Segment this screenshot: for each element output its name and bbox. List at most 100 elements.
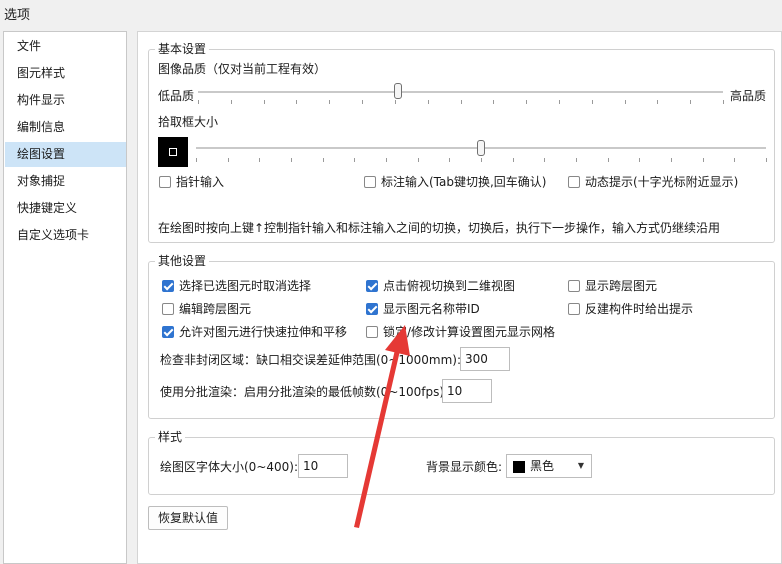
- min-fps-input[interactable]: 10: [442, 379, 492, 403]
- checkbox-box: [568, 303, 580, 315]
- slider-tick: [323, 158, 324, 162]
- slider-tick: [703, 158, 704, 162]
- checkbox-box: [366, 280, 378, 292]
- nav-item-compile-info[interactable]: 编制信息: [5, 115, 126, 140]
- reverse-build-prompt-checkbox[interactable]: 反建构件时给出提示: [568, 301, 693, 317]
- deselect-selected-checkbox[interactable]: 选择已选图元时取消选择: [162, 278, 311, 294]
- slider-tick: [592, 100, 593, 104]
- slider-tick: [428, 100, 429, 104]
- nav-item-file[interactable]: 文件: [5, 34, 126, 59]
- basic-settings-legend: 基本设置: [155, 42, 210, 56]
- background-color-label: 背景显示颜色:: [426, 460, 503, 474]
- other-settings-legend: 其他设置: [155, 254, 210, 268]
- slider-tick: [196, 158, 197, 162]
- window-title: 选项: [4, 8, 31, 23]
- slider-tick: [362, 100, 363, 104]
- slider-tick: [766, 158, 767, 162]
- checkbox-box: [366, 326, 378, 338]
- image-quality-slider-track[interactable]: [198, 91, 723, 93]
- top-view-2d-label: 点击俯视切换到二维视图: [383, 279, 516, 293]
- slider-tick: [639, 158, 640, 162]
- show-cross-layer-label: 显示跨层图元: [585, 279, 658, 293]
- slider-tick: [481, 158, 482, 162]
- slider-tick: [625, 100, 626, 104]
- pointer-input-label: 指针输入: [176, 175, 225, 189]
- slider-tick: [231, 100, 232, 104]
- slider-tick: [690, 100, 691, 104]
- batch-render-label: 使用分批渲染：启用分批渲染的最低帧数(0~100fps):: [160, 385, 449, 399]
- slider-tick: [329, 100, 330, 104]
- nav-item-component-display[interactable]: 构件显示: [5, 88, 126, 113]
- slider-tick: [576, 158, 577, 162]
- checkbox-box: [568, 280, 580, 292]
- lock-grid-display-label: 锁定/修改计算设置图元显示网格: [383, 325, 556, 339]
- slider-tick: [228, 158, 229, 162]
- slider-tick: [723, 100, 724, 104]
- slider-tick: [734, 158, 735, 162]
- font-size-label: 绘图区字体大小(0~400):: [160, 460, 299, 474]
- slider-tick: [386, 158, 387, 162]
- slider-tick: [657, 100, 658, 104]
- dimension-input-label: 标注输入(Tab键切换,回车确认): [381, 175, 547, 189]
- quick-stretch-move-checkbox[interactable]: 允许对图元进行快速拉伸和平移: [162, 324, 347, 340]
- options-nav: 文件 图元样式 构件显示 编制信息 绘图设置 对象捕捉 快捷键定义 自定义选项卡: [3, 31, 127, 564]
- slider-tick: [296, 100, 297, 104]
- deselect-selected-label: 选择已选图元时取消选择: [179, 279, 312, 293]
- slider-tick: [418, 158, 419, 162]
- restore-defaults-button[interactable]: 恢复默认值: [148, 506, 228, 530]
- show-name-with-id-checkbox[interactable]: 显示图元名称带ID: [366, 301, 480, 317]
- high-quality-label: 高品质: [730, 89, 767, 103]
- checkbox-box: [568, 176, 580, 188]
- slider-tick: [671, 158, 672, 162]
- pointer-input-checkbox[interactable]: 指针输入: [159, 174, 224, 190]
- checkbox-box: [159, 176, 171, 188]
- slider-tick: [198, 100, 199, 104]
- nav-item-custom-tabs[interactable]: 自定义选项卡: [5, 223, 126, 248]
- checkbox-box: [366, 303, 378, 315]
- checkbox-box: [364, 176, 376, 188]
- nav-item-drawing-settings[interactable]: 绘图设置: [5, 142, 126, 167]
- show-cross-layer-checkbox[interactable]: 显示跨层图元: [568, 278, 657, 294]
- edit-cross-layer-label: 编辑跨层图元: [179, 302, 252, 316]
- checkbox-box: [162, 303, 174, 315]
- slider-tick: [461, 100, 462, 104]
- dynamic-hint-label: 动态提示(十字光标附近显示): [585, 175, 739, 189]
- slider-tick: [526, 100, 527, 104]
- slider-tick: [291, 158, 292, 162]
- low-quality-label: 低品质: [158, 89, 195, 103]
- slider-tick: [493, 100, 494, 104]
- slider-tick: [559, 100, 560, 104]
- top-view-2d-checkbox[interactable]: 点击俯视切换到二维视图: [366, 278, 515, 294]
- nav-item-element-style[interactable]: 图元样式: [5, 61, 126, 86]
- quick-stretch-move-label: 允许对图元进行快速拉伸和平移: [179, 325, 348, 339]
- slider-tick: [395, 100, 396, 104]
- slider-tick: [608, 158, 609, 162]
- slider-tick: [354, 158, 355, 162]
- dynamic-hint-checkbox[interactable]: 动态提示(十字光标附近显示): [568, 174, 738, 190]
- edit-cross-layer-checkbox[interactable]: 编辑跨层图元: [162, 301, 251, 317]
- image-quality-slider-thumb[interactable]: [393, 83, 402, 99]
- font-size-input[interactable]: 10: [298, 454, 348, 478]
- input-switch-hint: 在绘图时按向上键↑控制指针输入和标注输入之间的切换，切换后，执行下一步操作，输入…: [158, 221, 721, 235]
- slider-tick: [449, 158, 450, 162]
- lock-grid-display-checkbox[interactable]: 锁定/修改计算设置图元显示网格: [366, 324, 555, 340]
- gap-check-label: 检查非封闭区域：缺口相交误差延伸范围(0~1000mm):: [160, 353, 462, 367]
- pick-box-preview: [158, 137, 188, 167]
- checkbox-box: [162, 326, 174, 338]
- gap-range-input[interactable]: 300: [460, 347, 510, 371]
- slider-tick: [264, 100, 265, 104]
- slider-tick: [544, 158, 545, 162]
- dimension-input-checkbox[interactable]: 标注输入(Tab键切换,回车确认): [364, 174, 547, 190]
- nav-item-object-snap[interactable]: 对象捕捉: [5, 169, 126, 194]
- nav-item-shortcut-keys[interactable]: 快捷键定义: [5, 196, 126, 221]
- checkbox-box: [162, 280, 174, 292]
- pick-box-slider-thumb[interactable]: [477, 140, 485, 156]
- background-color-select[interactable]: 黑色 ▼: [506, 454, 592, 478]
- chevron-down-icon: ▼: [577, 461, 584, 470]
- basic-settings-group: [148, 49, 775, 243]
- background-color-value: 黑色: [530, 459, 555, 473]
- slider-tick: [513, 158, 514, 162]
- color-swatch: [513, 461, 525, 473]
- reverse-build-prompt-label: 反建构件时给出提示: [585, 302, 694, 316]
- pick-box-size-label: 拾取框大小: [158, 115, 219, 129]
